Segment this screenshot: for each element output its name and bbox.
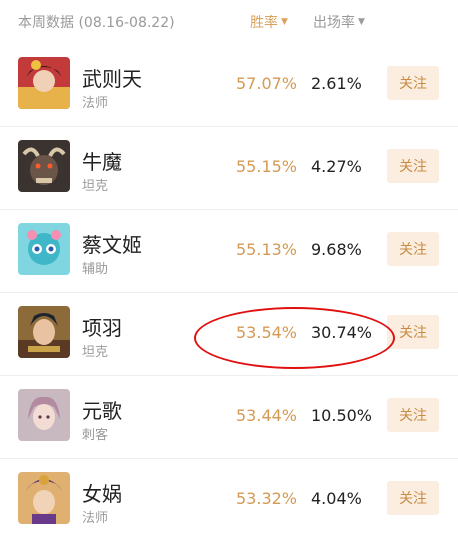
sort-down-icon: ▼ [281, 16, 288, 27]
sort-pick-rate-label: 出场率 [313, 15, 355, 31]
hero-role: 坦克 [82, 179, 109, 194]
hero-role: 刺客 [82, 428, 109, 443]
hero-win-rate: 53.44% [236, 406, 298, 425]
hero-win-rate: 53.54% [236, 323, 298, 342]
hero-pick-rate: 2.61% [311, 74, 362, 93]
hero-row[interactable]: 武则天 法师 57.07% 2.61% 关注 [0, 44, 458, 127]
hero-win-rate: 55.15% [236, 157, 298, 176]
hero-pick-rate: 4.27% [311, 157, 362, 176]
sort-pick-rate-button[interactable]: 出场率 ▼ [313, 12, 365, 32]
hero-row[interactable]: 项羽 坦克 53.54% 30.74% 关注 [0, 293, 458, 376]
week-range-title: 本周数据 (08.16-08.22) [18, 15, 175, 31]
hero-avatar [18, 140, 70, 192]
follow-button[interactable]: 关注 [387, 232, 439, 266]
follow-button[interactable]: 关注 [387, 398, 439, 432]
list-header: 本周数据 (08.16-08.22) 胜率 ▼ 出场率 ▼ [0, 0, 458, 44]
hero-avatar [18, 472, 70, 524]
follow-button[interactable]: 关注 [387, 481, 439, 515]
hero-name: 武则天 [82, 67, 142, 91]
hero-win-rate: 57.07% [236, 74, 298, 93]
hero-pick-rate: 30.74% [311, 323, 373, 342]
hero-avatar [18, 389, 70, 441]
hero-row[interactable]: 元歌 刺客 53.44% 10.50% 关注 [0, 376, 458, 459]
hero-win-rate: 53.32% [236, 489, 298, 508]
hero-win-rate: 55.13% [236, 240, 298, 259]
hero-avatar [18, 306, 70, 358]
hero-role: 法师 [82, 96, 109, 111]
hero-name: 牛魔 [82, 150, 122, 174]
hero-role: 坦克 [82, 345, 109, 360]
hero-avatar [18, 223, 70, 275]
sort-down-icon: ▼ [358, 16, 365, 27]
hero-row[interactable]: 蔡文姬 辅助 55.13% 9.68% 关注 [0, 210, 458, 293]
hero-name: 项羽 [82, 316, 122, 340]
hero-pick-rate: 4.04% [311, 489, 362, 508]
hero-avatar [18, 57, 70, 109]
hero-pick-rate: 9.68% [311, 240, 362, 259]
hero-name: 蔡文姬 [82, 233, 142, 257]
hero-pick-rate: 10.50% [311, 406, 373, 425]
hero-row[interactable]: 女娲 法师 53.32% 4.04% 关注 [0, 459, 458, 542]
follow-button[interactable]: 关注 [387, 315, 439, 349]
sort-win-rate-label: 胜率 [250, 15, 278, 31]
hero-name: 女娲 [82, 482, 122, 506]
hero-name: 元歌 [82, 399, 122, 423]
follow-button[interactable]: 关注 [387, 66, 439, 100]
sort-win-rate-button[interactable]: 胜率 ▼ [250, 12, 288, 32]
hero-row[interactable]: 牛魔 坦克 55.15% 4.27% 关注 [0, 127, 458, 210]
hero-role: 辅助 [82, 262, 109, 277]
follow-button[interactable]: 关注 [387, 149, 439, 183]
hero-role: 法师 [82, 511, 109, 526]
